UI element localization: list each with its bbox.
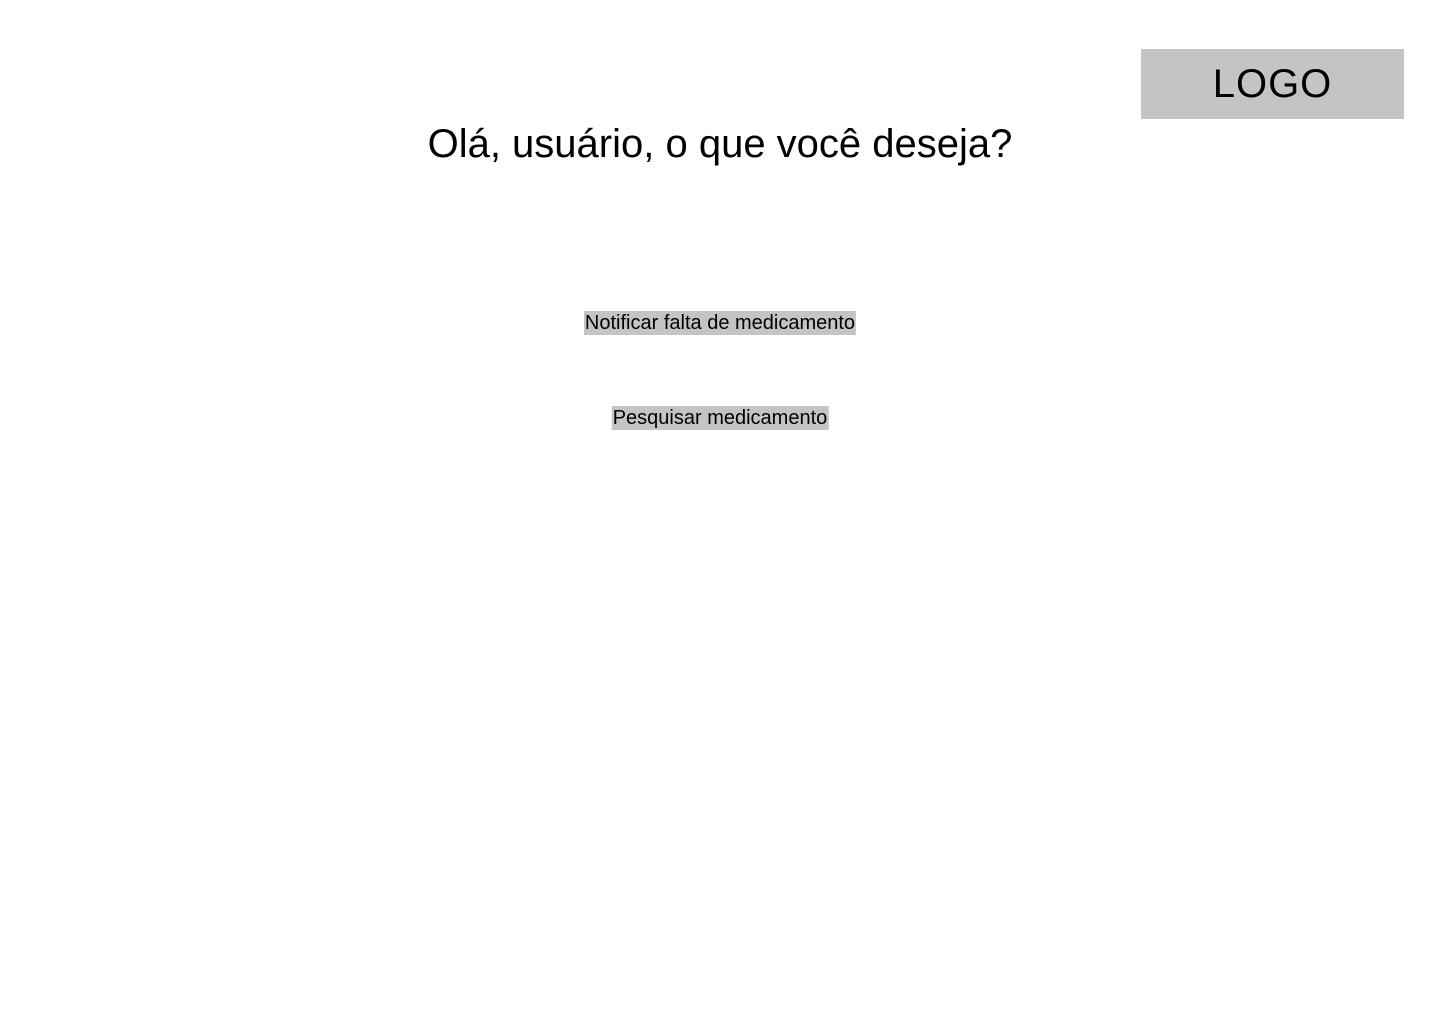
- search-medication-button[interactable]: Pesquisar medicamento: [611, 406, 829, 430]
- page-title: Olá, usuário, o que você deseja?: [427, 122, 1013, 166]
- logo: LOGO: [1141, 49, 1404, 119]
- notify-shortage-button[interactable]: Notificar falta de medicamento: [583, 311, 857, 335]
